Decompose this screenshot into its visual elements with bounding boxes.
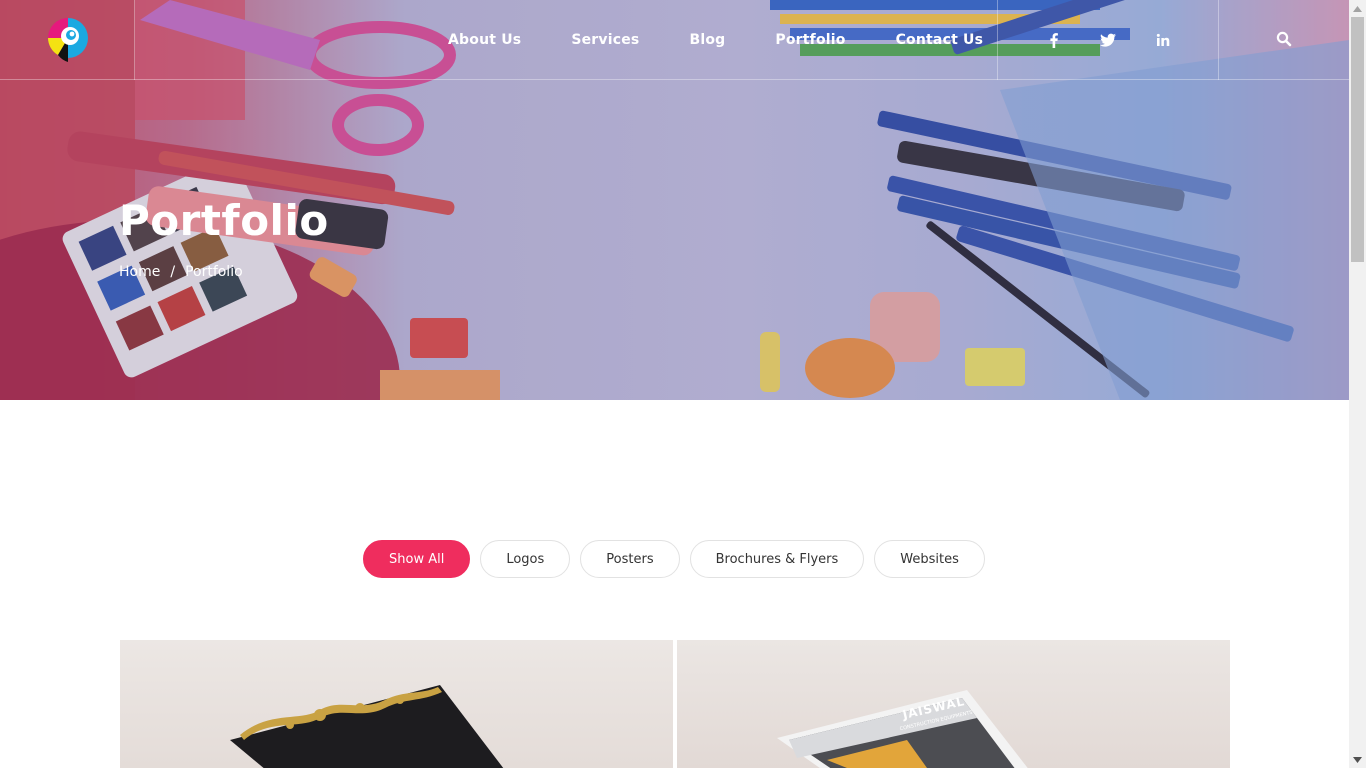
page-scrollbar[interactable] xyxy=(1349,0,1366,768)
social-links xyxy=(997,0,1219,80)
breadcrumb-separator: / xyxy=(170,264,176,280)
search-icon[interactable] xyxy=(1275,30,1293,48)
filter-logos[interactable]: Logos xyxy=(480,540,571,578)
main-nav: About Us Services Blog Portfolio Contact… xyxy=(448,0,1033,80)
nav-services[interactable]: Services xyxy=(571,32,639,48)
nav-blog[interactable]: Blog xyxy=(689,32,725,48)
page-title: Portfolio xyxy=(119,196,329,245)
breadcrumb-current: Portfolio xyxy=(185,264,243,280)
scroll-down-arrow-icon[interactable] xyxy=(1349,751,1366,768)
scrollbar-thumb[interactable] xyxy=(1351,17,1364,262)
site-header: About Us Services Blog Portfolio Contact… xyxy=(0,0,1349,80)
nav-contact-us[interactable]: Contact Us xyxy=(896,32,984,48)
portfolio-image-black-brochure xyxy=(230,685,504,768)
filter-brochures-flyers[interactable]: Brochures & Flyers xyxy=(689,540,865,578)
breadcrumb: Home / Portfolio xyxy=(119,264,243,280)
filter-show-all[interactable]: Show All xyxy=(363,540,471,578)
filter-posters[interactable]: Posters xyxy=(580,540,680,578)
breadcrumb-home-link[interactable]: Home xyxy=(119,264,160,280)
nav-portfolio[interactable]: Portfolio xyxy=(775,32,845,48)
nav-about-us[interactable]: About Us xyxy=(448,32,521,48)
filter-websites[interactable]: Websites xyxy=(874,540,985,578)
portfolio-filters: Show All Logos Posters Brochures & Flyer… xyxy=(363,540,985,578)
portfolio-item-brochure-black[interactable] xyxy=(120,640,673,768)
facebook-icon[interactable] xyxy=(1045,31,1063,49)
scroll-up-arrow-icon[interactable] xyxy=(1349,0,1366,17)
brand-logo[interactable] xyxy=(46,14,90,64)
portfolio-item-jaiswal-brochure[interactable]: JAISWAL CONSTRUCTION EQUIPMENTS xyxy=(677,640,1230,768)
twitter-icon[interactable] xyxy=(1099,31,1117,49)
linkedin-icon[interactable] xyxy=(1154,31,1172,49)
logo-cell xyxy=(0,0,135,80)
